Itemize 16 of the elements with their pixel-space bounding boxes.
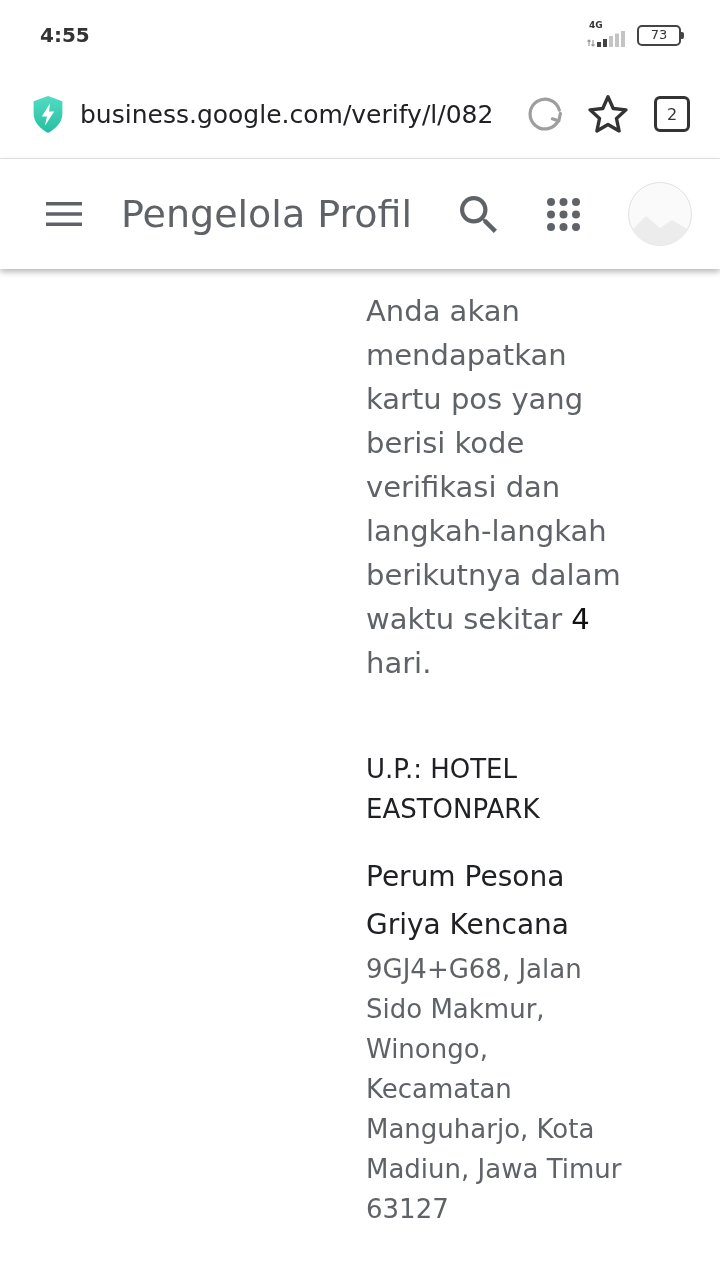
battery-percent: 73 [650,28,668,42]
business-address: 9GJ4+G68, Jalan Sido Makmur, Winongo, Kecamatan Manguharjo, Kota Madiun, Jawa Timur 63127 [366,953,623,1226]
app-title: Pengelola Profil [121,192,414,236]
reload-icon[interactable] [528,97,562,131]
network-type-label: 4G [589,20,603,30]
apps-grid-icon[interactable] [547,197,580,231]
business-name: Perum Pesona Griya Kencana [366,859,570,943]
url-field[interactable]: business.google.com/verify/l/082 [80,99,528,129]
search-icon[interactable] [460,195,497,233]
recipient-text: U.P.: HOTEL EASTONPARK [366,753,541,826]
star-icon[interactable] [588,95,628,133]
clock-time: 4:55 [40,23,90,47]
tab-count-button[interactable]: 2 [654,96,690,132]
menu-icon[interactable] [46,202,82,226]
verification-message: Anda akan mendapatkan kartu pos yang berisi kode verifikasi dan langkah-langkah berikutnya dalam waktu sekitar 4 hari. [366,293,622,682]
signal-icon [587,31,627,47]
